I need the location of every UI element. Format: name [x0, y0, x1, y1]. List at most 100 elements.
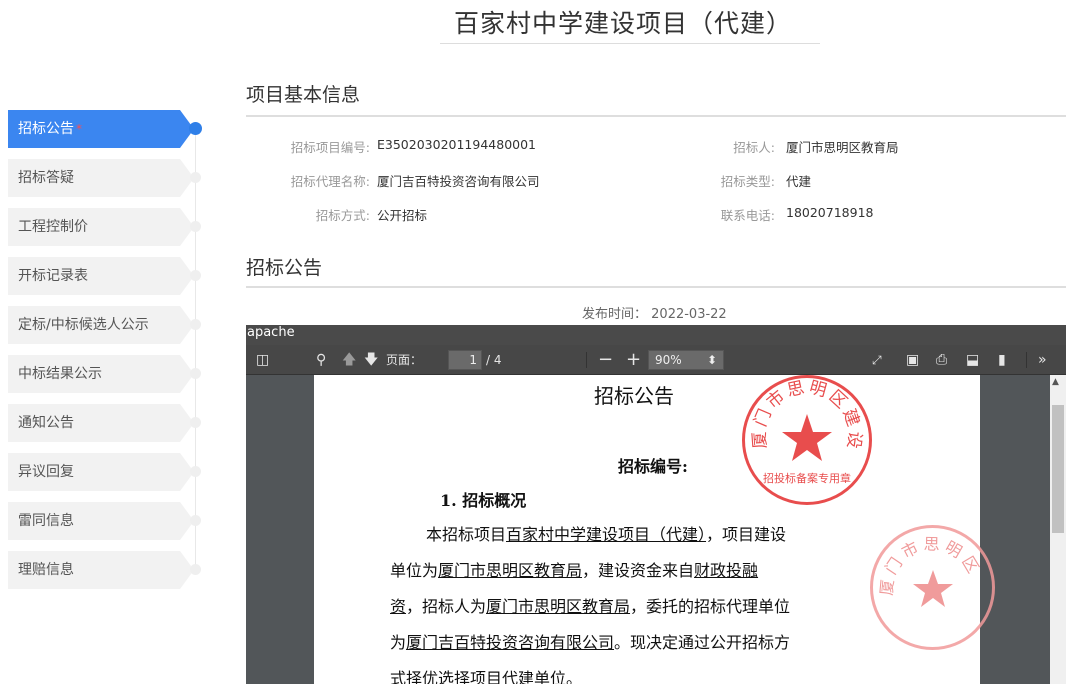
sidebar-item-label: 招标答疑: [18, 170, 74, 186]
doc-text: ，委托的招标代理单位: [630, 597, 791, 616]
timeline-dot: [190, 466, 201, 477]
doc-tenderer-name: 厦门市思明区教育局: [486, 597, 631, 616]
star-icon: [913, 570, 953, 607]
publish-label: 发布时间：: [582, 307, 648, 322]
prev-page-icon[interactable]: 🡅: [342, 350, 356, 370]
doc-paragraph-line: 本招标项目百家村中学建设项目（代建），项目建设: [426, 521, 786, 545]
sidebar-item-10[interactable]: 理赔信息: [8, 551, 194, 589]
official-seal-2: 厦门市思明区: [870, 525, 995, 650]
doc-agency-name: 厦门吉百特投资咨询有限公司: [406, 633, 615, 652]
timeline-dot: [190, 417, 201, 428]
pdf-toolbar: ◫ ⚲ 🡅 🡇 页面： 1 / 4 − + 90% ⬍ ⤢ ▣ ⎙ ⬓ ▮ »: [246, 345, 1066, 375]
doc-text: 。现决定通过公开招标方: [614, 633, 791, 652]
doc-text: 本招标项目: [426, 525, 507, 544]
type-label: 招标类型:: [720, 174, 775, 189]
sidebar-item-label: 理赔信息: [18, 562, 74, 578]
publish-date: 2022-03-22: [651, 307, 727, 322]
doc-paragraph-line: 单位为厦门市思明区教育局，建设资金来自财政投融: [390, 557, 758, 581]
timeline-dot: [190, 172, 201, 183]
sidebar-item-6[interactable]: 中标结果公示: [8, 355, 194, 393]
doc-paragraph-line: 为厦门吉百特投资咨询有限公司。现决定通过公开招标方: [390, 629, 790, 653]
timeline-dot: [190, 515, 201, 526]
seal-graphic: 厦门市思明区: [877, 534, 981, 607]
doc-section-heading: 1. 招标概况: [440, 491, 527, 510]
doc-text: ，招标人为: [406, 597, 487, 616]
required-marker: *: [76, 122, 82, 136]
sidebar-item-label: 异议回复: [18, 464, 74, 480]
doc-paragraph-line: 式择优选择项目代建单位。: [390, 669, 583, 684]
doc-title: 招标公告: [594, 384, 674, 408]
timeline-dot: [190, 368, 201, 379]
doc-text: 单位为: [390, 561, 439, 580]
phone-label: 联系电话:: [720, 208, 775, 223]
select-arrow-icon: ⬍: [706, 353, 717, 367]
sidebar-item-label: 定标/中标候选人公示: [18, 317, 149, 333]
sidebar-item-label: 开标记录表: [18, 268, 88, 284]
doc-paragraph-line: 资，招标人为厦门市思明区教育局，委托的招标代理单位: [390, 593, 790, 617]
timeline-dot: [189, 122, 202, 135]
sidebar-item-label: 通知公告: [18, 415, 74, 431]
sidebar-item-4[interactable]: 开标记录表: [8, 257, 194, 295]
zoom-out-icon[interactable]: −: [598, 350, 613, 370]
doc-bid-no-label: 招标编号:: [618, 457, 688, 476]
sidebar-toggle-icon[interactable]: ◫: [256, 350, 269, 370]
project-no-label: 招标项目编号:: [290, 140, 370, 155]
more-tools-icon[interactable]: »: [1038, 350, 1047, 370]
title-divider: [440, 43, 820, 44]
project-no-value: E3502030201194480001: [377, 137, 537, 152]
notice-title: 招标公告: [246, 257, 323, 279]
doc-text: 为: [390, 633, 407, 652]
sidebar-item-8[interactable]: 异议回复: [8, 453, 194, 491]
notice-divider: [246, 286, 1066, 288]
search-icon[interactable]: ⚲: [316, 350, 326, 370]
seal-graphic: 厦门市思明区建设局 招投标备案专用章: [745, 378, 862, 485]
star-icon: [782, 414, 832, 461]
page-title: 百家村中学建设项目（代建）: [454, 9, 793, 38]
tenderer-label: 招标人:: [733, 140, 775, 155]
zoom-value: 90%: [655, 353, 682, 367]
sidebar-item-label: 工程控制价: [18, 219, 88, 235]
phone-value: 18020718918: [786, 205, 874, 220]
print-icon[interactable]: ⎙: [936, 350, 947, 370]
page-total: / 4: [486, 353, 502, 367]
agency-label: 招标代理名称:: [290, 174, 370, 189]
publish-time: 发布时间： 2022-03-22: [582, 303, 727, 322]
next-page-icon[interactable]: 🡇: [364, 350, 378, 370]
toolbar-separator: [586, 352, 587, 368]
sidebar-item-label: 中标结果公示: [18, 366, 102, 382]
seal-subtext: 招投标备案专用章: [763, 471, 851, 485]
sidebar-item-5[interactable]: 定标/中标候选人公示: [8, 306, 194, 344]
doc-text: ，项目建设: [706, 525, 787, 544]
method-label: 招标方式:: [315, 208, 370, 223]
basic-info-title: 项目基本信息: [246, 84, 361, 106]
viewer-header: apache: [246, 325, 1066, 345]
method-value: 公开招标: [377, 208, 428, 223]
doc-fund-source: 财政投融: [694, 561, 759, 580]
pdf-page: 招标公告 招标编号: 1. 招标概况 本招标项目百家村中学建设项目（代建），项目…: [314, 375, 995, 684]
scrollbar-thumb[interactable]: [1052, 405, 1064, 533]
download-icon[interactable]: ⬓: [966, 350, 979, 370]
timeline-line: [195, 130, 196, 572]
doc-fund-source: 资: [390, 597, 407, 616]
presentation-icon[interactable]: ⤢: [872, 350, 882, 370]
tenderer-value: 厦门市思明区教育局: [786, 140, 899, 155]
open-file-icon[interactable]: ▣: [906, 350, 919, 370]
pdf-viewer[interactable]: apache ◫ ⚲ 🡅 🡇 页面： 1 / 4 − + 90% ⬍ ⤢ ▣ ⎙…: [246, 325, 1066, 684]
sidebar-item-2[interactable]: 招标答疑: [8, 159, 194, 197]
bookmark-icon[interactable]: ▮: [998, 350, 1006, 370]
sidebar-item-3[interactable]: 工程控制价: [8, 208, 194, 246]
page-number-input[interactable]: 1: [448, 350, 482, 370]
timeline-dot: [190, 270, 201, 281]
zoom-select[interactable]: 90% ⬍: [648, 350, 724, 370]
scroll-up-icon[interactable]: ▲: [1052, 377, 1059, 387]
sidebar-item-9[interactable]: 雷同信息: [8, 502, 194, 540]
sidebar-item-1[interactable]: 招标公告 *: [8, 110, 194, 148]
zoom-in-icon[interactable]: +: [626, 350, 641, 370]
timeline-dot: [190, 564, 201, 575]
timeline-dot: [190, 319, 201, 330]
sidebar-item-7[interactable]: 通知公告: [8, 404, 194, 442]
sidebar-item-label: 雷同信息: [18, 513, 74, 529]
basic-info-divider: [246, 115, 1066, 117]
doc-project-name: 百家村中学建设项目（代建）: [506, 525, 707, 544]
doc-unit-name: 厦门市思明区教育局: [438, 561, 583, 580]
